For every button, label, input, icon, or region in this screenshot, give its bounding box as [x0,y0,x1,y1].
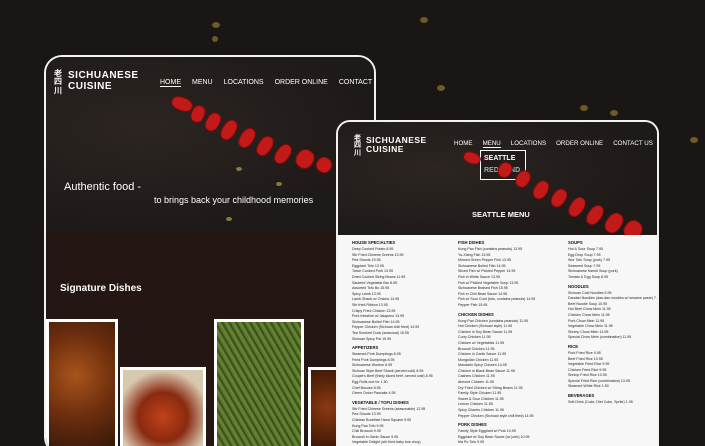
nav-home[interactable]: HOME [160,79,181,87]
menu-list: Stir Fried Chinese Greens (seasonable) 1… [352,407,452,446]
site-logo[interactable]: 老 四 川 SICHUANESE CUISINE [354,134,427,156]
menu-list: Hot & Sour Soup 7.95 Egg Drop Soup 7.95 Wo… [568,247,656,281]
dish-photo[interactable] [214,319,304,446]
menu-item: Dandan Noodles (dan-dan noodles w/ sesam… [568,296,659,301]
menu-list: Kung Pao Chicken (contains peanuts) 11.9… [458,319,558,420]
nav-contact-us[interactable]: CONTACT US [613,140,653,148]
home-page-mockup: 老 四 川 SICHUANESE CUISINE HOME MENU LOCAT… [44,55,376,446]
logo-mark-icon: 老 四 川 [354,133,361,157]
menu-item: Vegetable Delight (stir fried baby bok c… [352,440,421,445]
main-nav: HOME MENU LOCATIONS ORDER ONLINE CONTACT… [160,79,374,87]
nav-home[interactable]: HOME [454,140,473,148]
background-seed [580,105,588,111]
menu-list: Deep Cooked Potato 8.95 Stir Fried Chines… [352,247,452,342]
logo-mark-icon: 老 四 川 [54,68,62,95]
menu-item: Sichuan Spicy Pot 15.95 [352,336,392,341]
menu-item: Green Onion Pancake 4.95 [352,391,396,396]
dish-photo[interactable] [46,319,118,446]
main-nav: HOME MENU LOCATIONS ORDER ONLINE CONTACT… [454,140,653,148]
menu-column-3: SOUPS Hot & Sour Soup 7.95 Egg Drop Soup … [568,240,659,406]
background-seed [610,110,618,116]
logo-line2: CUISINE [68,80,113,92]
menu-list: Pork Fried Rice 9.95 Beef Fried Rice 10.9… [568,351,656,390]
menu-list: Steamed Pork Dumplings 8.95 Fried Pork Du… [352,352,452,397]
menu-item: Pepper Chicken (Sichuan style chili frie… [458,413,534,418]
hero-subheadline: to brings back your childhood memories [154,195,314,205]
nav-menu[interactable]: MENU [192,79,213,87]
menu-content: HOUSE SPECIALTIES Deep Cooked Potato 8.9… [338,235,657,446]
background-seed [437,85,445,91]
menu-page-mockup: 老 四 川 SICHUANESE CUISINE HOME MENU LOCAT… [336,120,659,446]
menu-list: Kung Pao Fish (contains peanuts) 13.95 Yu… [458,247,558,309]
background-seed [212,36,218,42]
background-seed [420,17,428,23]
menu-item: Pepper Fish 15.95 [458,302,488,307]
nav-locations[interactable]: LOCATIONS [511,140,546,148]
menu-item: Tomato & Egg Soup 8.95 [568,274,608,279]
menu-item: Steamed White Rice 1.50 [568,384,609,389]
menu-list: Sichuan Cold Noodles 5.95 Dandan Noodles … [568,291,659,341]
site-logo[interactable]: 老 四 川 SICHUANESE CUISINE [54,68,139,95]
menu-list: Family Style Eggplant w/ Pork 10.95 Eggpl… [458,429,558,446]
nav-order-online[interactable]: ORDER ONLINE [556,140,603,148]
hero-headline: Authentic food - [64,181,142,193]
nav-order-online[interactable]: ORDER ONLINE [275,79,328,87]
nav-locations[interactable]: LOCATIONS [224,79,264,87]
signature-dishes-title: Signature Dishes [60,283,142,294]
dish-photo[interactable] [120,367,206,446]
background-seed [212,22,220,28]
logo-line2: CUISINE [366,144,404,155]
menu-item: Special Chow Mein (combination) 11.95 [568,335,632,340]
menu-item: Soft Drink (Coke, Diet Coke, Sprite) 1.9… [568,400,633,405]
menu-page-title: SEATTLE MENU [472,210,530,219]
menu-list: Soft Drink (Coke, Diet Coke, Sprite) 1.9… [568,400,656,406]
nav-menu[interactable]: MENU [482,140,501,148]
menu-column-1: HOUSE SPECIALTIES Deep Cooked Potato 8.9… [352,240,452,446]
background-seed [690,137,698,143]
nav-contact-us[interactable]: CONTACT US [339,79,374,87]
menu-column-2: FISH DISHES Kung Pao Fish (contains pean… [458,240,558,446]
logo-line1: SICHUANESE [68,70,139,82]
